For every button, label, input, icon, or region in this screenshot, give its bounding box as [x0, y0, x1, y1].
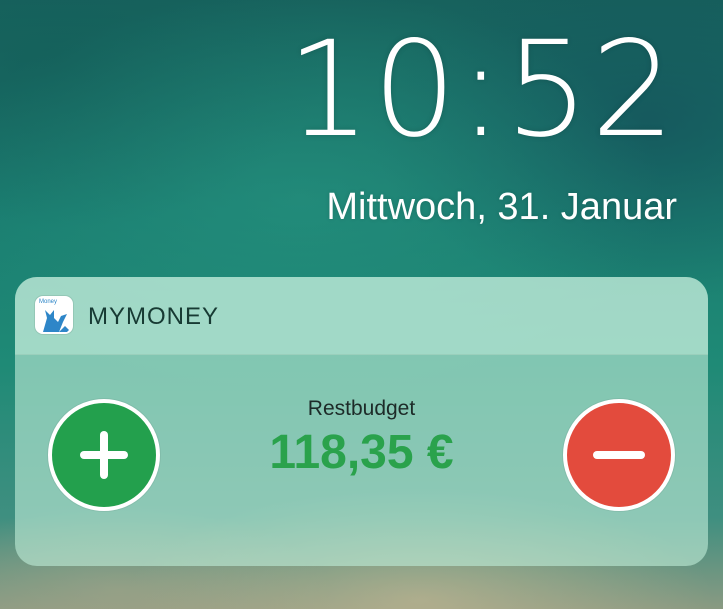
fox-icon [43, 310, 69, 332]
app-name: MYMONEY [88, 303, 220, 330]
lockscreen-date: Mittwoch, 31. Januar [326, 186, 677, 228]
lockscreen-clock: 10:52 [286, 13, 677, 167]
subtract-expense-button[interactable] [563, 399, 675, 511]
minus-icon [593, 451, 645, 459]
widget-body: Restbudget 118,35 € [15, 355, 708, 566]
mymoney-widget[interactable]: Money MYMONEY Restbudget 118,35 € [15, 277, 708, 566]
widget-header[interactable]: Money MYMONEY [15, 277, 708, 355]
mymoney-app-icon: Money [35, 296, 73, 334]
